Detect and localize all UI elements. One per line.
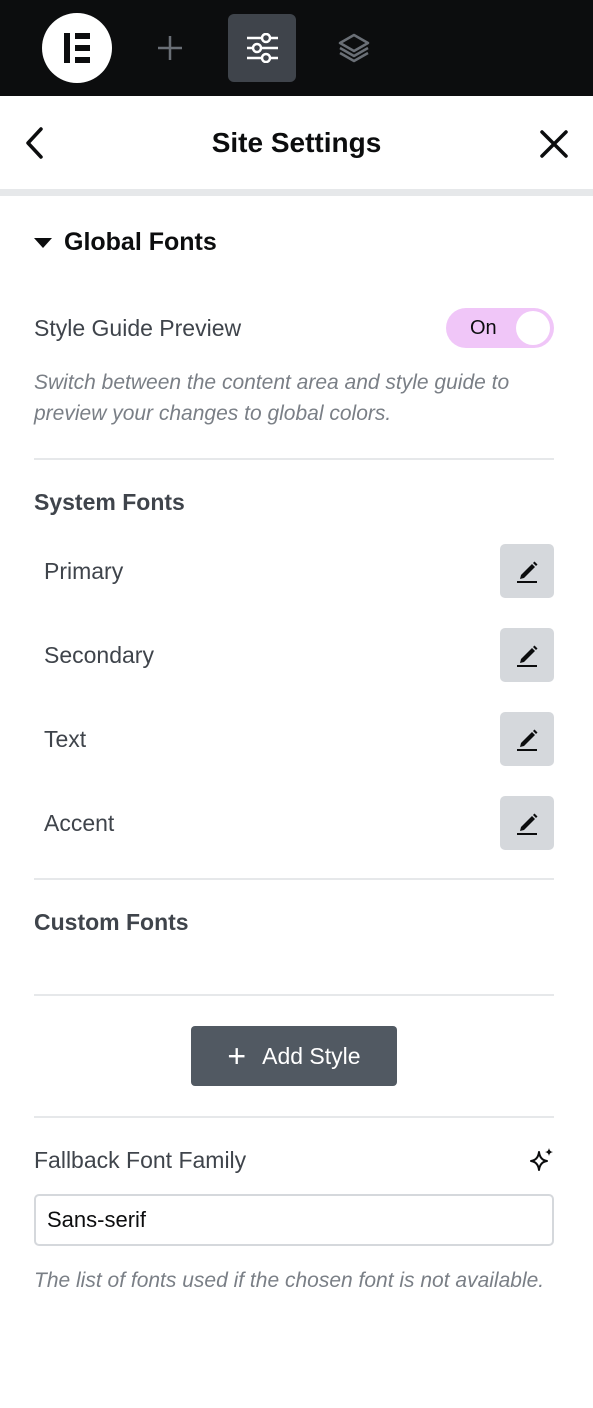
divider [34,1116,554,1118]
caret-down-icon [34,238,52,248]
ai-assistant-button[interactable] [528,1147,556,1173]
layers-icon [338,33,370,63]
site-settings-button[interactable] [228,14,296,82]
pencil-icon [517,561,538,583]
edit-secondary-font-button[interactable] [500,628,554,682]
system-font-row-secondary: Secondary [34,628,554,684]
toggle-knob [516,311,550,345]
edit-primary-font-button[interactable] [500,544,554,598]
toggle-state-label: On [470,317,497,339]
divider [34,458,554,460]
edit-accent-font-button[interactable] [500,796,554,850]
font-label: Accent [44,810,115,836]
system-font-row-accent: Accent [34,796,554,852]
section-title: Global Fonts [64,228,217,256]
add-style-button[interactable]: + Add Style [191,1026,397,1086]
font-label: Primary [44,558,124,584]
custom-fonts-title: Custom Fonts [34,909,189,935]
style-guide-preview-toggle[interactable]: On [446,308,554,348]
plus-icon: + [227,1038,247,1074]
system-fonts-title: System Fonts [34,489,185,515]
global-fonts-section-toggle[interactable]: Global Fonts [34,226,217,258]
header-divider [0,189,593,196]
structure-layers-button[interactable] [320,14,388,82]
font-label: Text [44,726,87,752]
elementor-logo-icon[interactable] [42,13,112,83]
close-button[interactable] [536,124,572,162]
fallback-font-family-label: Fallback Font Family [34,1147,247,1173]
sparkles-icon [530,1148,553,1171]
divider [34,878,554,880]
font-label: Secondary [44,642,154,668]
fallback-help-text: The list of fonts used if the chosen fon… [34,1269,545,1292]
add-element-button[interactable] [136,14,204,82]
editor-toolbar [0,0,593,96]
pencil-icon [517,813,538,835]
pencil-icon [517,645,538,667]
settings-sliders-icon [247,33,278,63]
fallback-font-family-input[interactable] [34,1194,554,1246]
system-font-row-text: Text [34,712,554,768]
page-title: Site Settings [211,127,382,158]
style-guide-preview-label: Style Guide Preview [34,315,242,341]
divider [34,994,554,996]
close-icon [540,130,568,158]
edit-text-font-button[interactable] [500,712,554,766]
system-font-row-primary: Primary [34,544,554,600]
plus-icon [158,36,182,60]
pencil-icon [517,729,538,751]
style-guide-help-text: Switch between the content area and styl… [34,371,510,425]
add-style-label: Add Style [262,1043,361,1069]
